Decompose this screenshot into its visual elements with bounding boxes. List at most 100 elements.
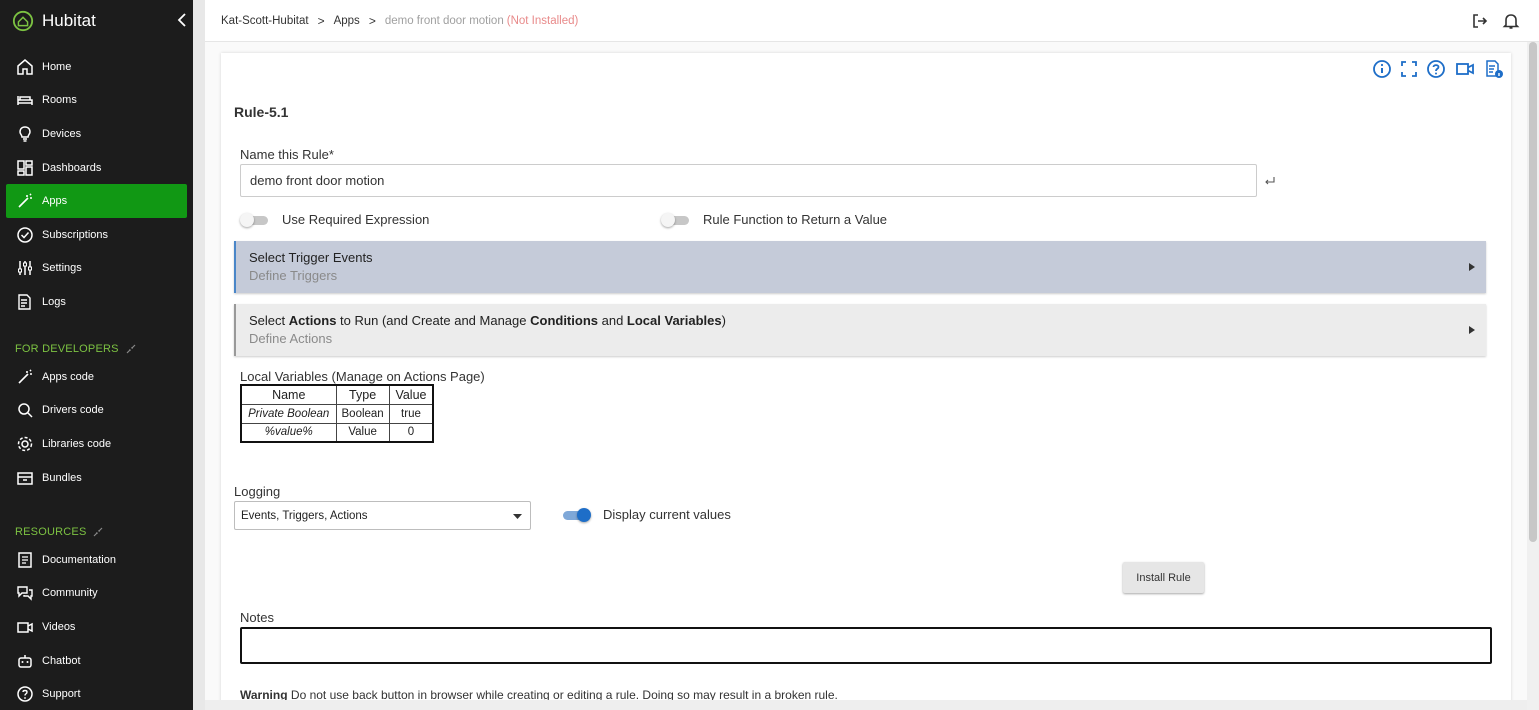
enter-return-icon[interactable] bbox=[1264, 176, 1276, 186]
gear-icon bbox=[17, 436, 33, 452]
sliders-icon bbox=[18, 261, 32, 276]
page-scrollbar[interactable] bbox=[1527, 42, 1539, 710]
logout-icon[interactable] bbox=[1471, 12, 1489, 30]
sidebar-item-label: Community bbox=[42, 587, 98, 600]
hubitat-logo-icon bbox=[12, 10, 34, 32]
sidebar: Hubitat Home Rooms Devices Dashboards Ap… bbox=[0, 0, 193, 710]
logging-select[interactable]: Events, Triggers, Actions bbox=[234, 501, 531, 530]
variable-name: Private Boolean bbox=[240, 403, 337, 424]
collapse-arrows-icon bbox=[126, 344, 136, 354]
notes-label: Notes bbox=[240, 610, 274, 625]
sidebar-item-label: Support bbox=[42, 688, 81, 701]
install-rule-button[interactable]: Install Rule bbox=[1123, 562, 1204, 593]
video-icon[interactable] bbox=[1455, 59, 1475, 79]
sidebar-item-apps[interactable]: Apps bbox=[6, 184, 187, 218]
sidebar-item-home[interactable]: Home bbox=[6, 50, 187, 84]
sidebar-item-label: Logs bbox=[42, 295, 66, 308]
logging-selected-value: Events, Triggers, Actions bbox=[241, 510, 368, 522]
chevron-right-icon: > bbox=[317, 14, 325, 28]
chevron-left-icon[interactable] bbox=[175, 11, 189, 29]
caret-right-icon bbox=[1469, 326, 1475, 334]
home-icon bbox=[17, 58, 33, 75]
resources-section-title[interactable]: RESOURCES bbox=[15, 526, 104, 538]
sidebar-item-support[interactable]: Support bbox=[6, 677, 187, 710]
robot-icon bbox=[18, 654, 32, 668]
rule-name-input[interactable] bbox=[240, 164, 1257, 197]
sidebar-gutter bbox=[193, 0, 205, 710]
video-camera-icon bbox=[17, 622, 33, 633]
brand-name: Hubitat bbox=[42, 11, 96, 30]
table-row: Private Boolean Boolean true bbox=[240, 403, 434, 424]
sidebar-item-apps-code[interactable]: Apps code bbox=[6, 360, 187, 394]
sidebar-item-chatbot[interactable]: Chatbot bbox=[6, 644, 187, 678]
rule-function-label: Rule Function to Return a Value bbox=[703, 212, 888, 227]
scrollbar-thumb[interactable] bbox=[1529, 42, 1537, 542]
top-bar: Kat-Scott-Hubitat > Apps > demo front do… bbox=[205, 0, 1539, 42]
table-row: %value% Value 0 bbox=[240, 422, 434, 443]
display-current-values-toggle[interactable] bbox=[561, 508, 591, 522]
sidebar-item-label: Drivers code bbox=[42, 404, 104, 417]
table-header-row: Name Type Value bbox=[240, 384, 434, 405]
sidebar-item-label: Bundles bbox=[42, 471, 82, 484]
sidebar-item-label: Videos bbox=[42, 620, 76, 633]
sidebar-item-subscriptions[interactable]: Subscriptions bbox=[6, 218, 187, 252]
driver-code-icon bbox=[18, 403, 33, 418]
caret-right-icon bbox=[1469, 263, 1475, 271]
chevron-right-icon: > bbox=[368, 14, 376, 28]
sidebar-item-logs[interactable]: Logs bbox=[6, 285, 187, 319]
variable-name: %value% bbox=[240, 422, 337, 443]
brand[interactable]: Hubitat bbox=[0, 0, 193, 42]
trigger-section-title: Select Trigger Events bbox=[249, 250, 373, 265]
sidebar-item-rooms[interactable]: Rooms bbox=[6, 84, 187, 118]
lightbulb-icon bbox=[19, 126, 31, 142]
actions-section-subtitle: Define Actions bbox=[249, 331, 333, 346]
breadcrumb-apps[interactable]: Apps bbox=[334, 15, 360, 27]
required-expression-label: Use Required Expression bbox=[282, 212, 430, 227]
fullscreen-icon[interactable] bbox=[1399, 59, 1419, 79]
local-variables-table: Name Type Value Private Boolean Boolean … bbox=[240, 384, 435, 443]
required-expression-toggle[interactable] bbox=[240, 213, 270, 227]
local-variables-title: Local Variables (Manage on Actions Page) bbox=[240, 369, 485, 384]
sidebar-item-dashboards[interactable]: Dashboards bbox=[6, 151, 187, 185]
horizontal-scrollbar[interactable] bbox=[205, 700, 1527, 710]
select-trigger-events-section[interactable]: Select Trigger Events Define Triggers bbox=[234, 241, 1486, 293]
collapse-arrows-icon bbox=[94, 527, 103, 537]
sidebar-item-community[interactable]: Community bbox=[6, 577, 187, 611]
info-icon[interactable] bbox=[1372, 59, 1392, 79]
sidebar-item-bundles[interactable]: Bundles bbox=[6, 461, 187, 495]
rule-card: Rule-5.1 Name this Rule* Use Required Ex… bbox=[221, 53, 1511, 710]
sidebar-item-documentation[interactable]: Documentation bbox=[6, 543, 187, 577]
sidebar-item-label: Libraries code bbox=[42, 437, 112, 450]
rule-function-toggle[interactable] bbox=[661, 213, 691, 227]
sidebar-item-videos[interactable]: Videos bbox=[6, 610, 187, 644]
chevron-down-icon bbox=[513, 514, 522, 519]
select-actions-section[interactable]: Select Actions to Run (and Create and Ma… bbox=[234, 304, 1486, 356]
sidebar-item-libraries-code[interactable]: Libraries code bbox=[6, 427, 187, 461]
developers-section-title[interactable]: FOR DEVELOPERS bbox=[15, 343, 137, 355]
dashboard-icon bbox=[17, 159, 33, 176]
breadcrumb-hub[interactable]: Kat-Scott-Hubitat bbox=[221, 15, 309, 27]
log-file-icon bbox=[18, 294, 31, 310]
variable-type: Value bbox=[335, 422, 390, 443]
bundle-box-icon bbox=[17, 471, 33, 485]
sidebar-item-label: Devices bbox=[42, 127, 82, 140]
sidebar-item-label: Rooms bbox=[42, 94, 77, 107]
sidebar-item-label: Documentation bbox=[42, 553, 116, 566]
check-circle-icon bbox=[17, 227, 33, 243]
bed-icon bbox=[17, 96, 33, 106]
document-icon bbox=[18, 552, 32, 568]
breadcrumb: Kat-Scott-Hubitat > Apps > demo front do… bbox=[221, 14, 578, 28]
breadcrumb-current: demo front door motion bbox=[384, 15, 504, 27]
sidebar-item-settings[interactable]: Settings bbox=[6, 252, 187, 286]
sidebar-item-drivers-code[interactable]: Drivers code bbox=[6, 394, 187, 428]
sidebar-item-devices[interactable]: Devices bbox=[6, 117, 187, 151]
help-icon[interactable] bbox=[1426, 59, 1446, 79]
sidebar-item-label: Subscriptions bbox=[42, 228, 109, 241]
variable-value: true bbox=[388, 403, 434, 424]
trigger-section-subtitle: Define Triggers bbox=[249, 268, 338, 283]
column-header: Type bbox=[335, 384, 390, 405]
sidebar-item-label: Apps code bbox=[42, 370, 94, 383]
bell-icon[interactable] bbox=[1502, 12, 1520, 30]
notes-textarea[interactable] bbox=[240, 627, 1492, 664]
app-info-icon[interactable] bbox=[1484, 59, 1504, 79]
